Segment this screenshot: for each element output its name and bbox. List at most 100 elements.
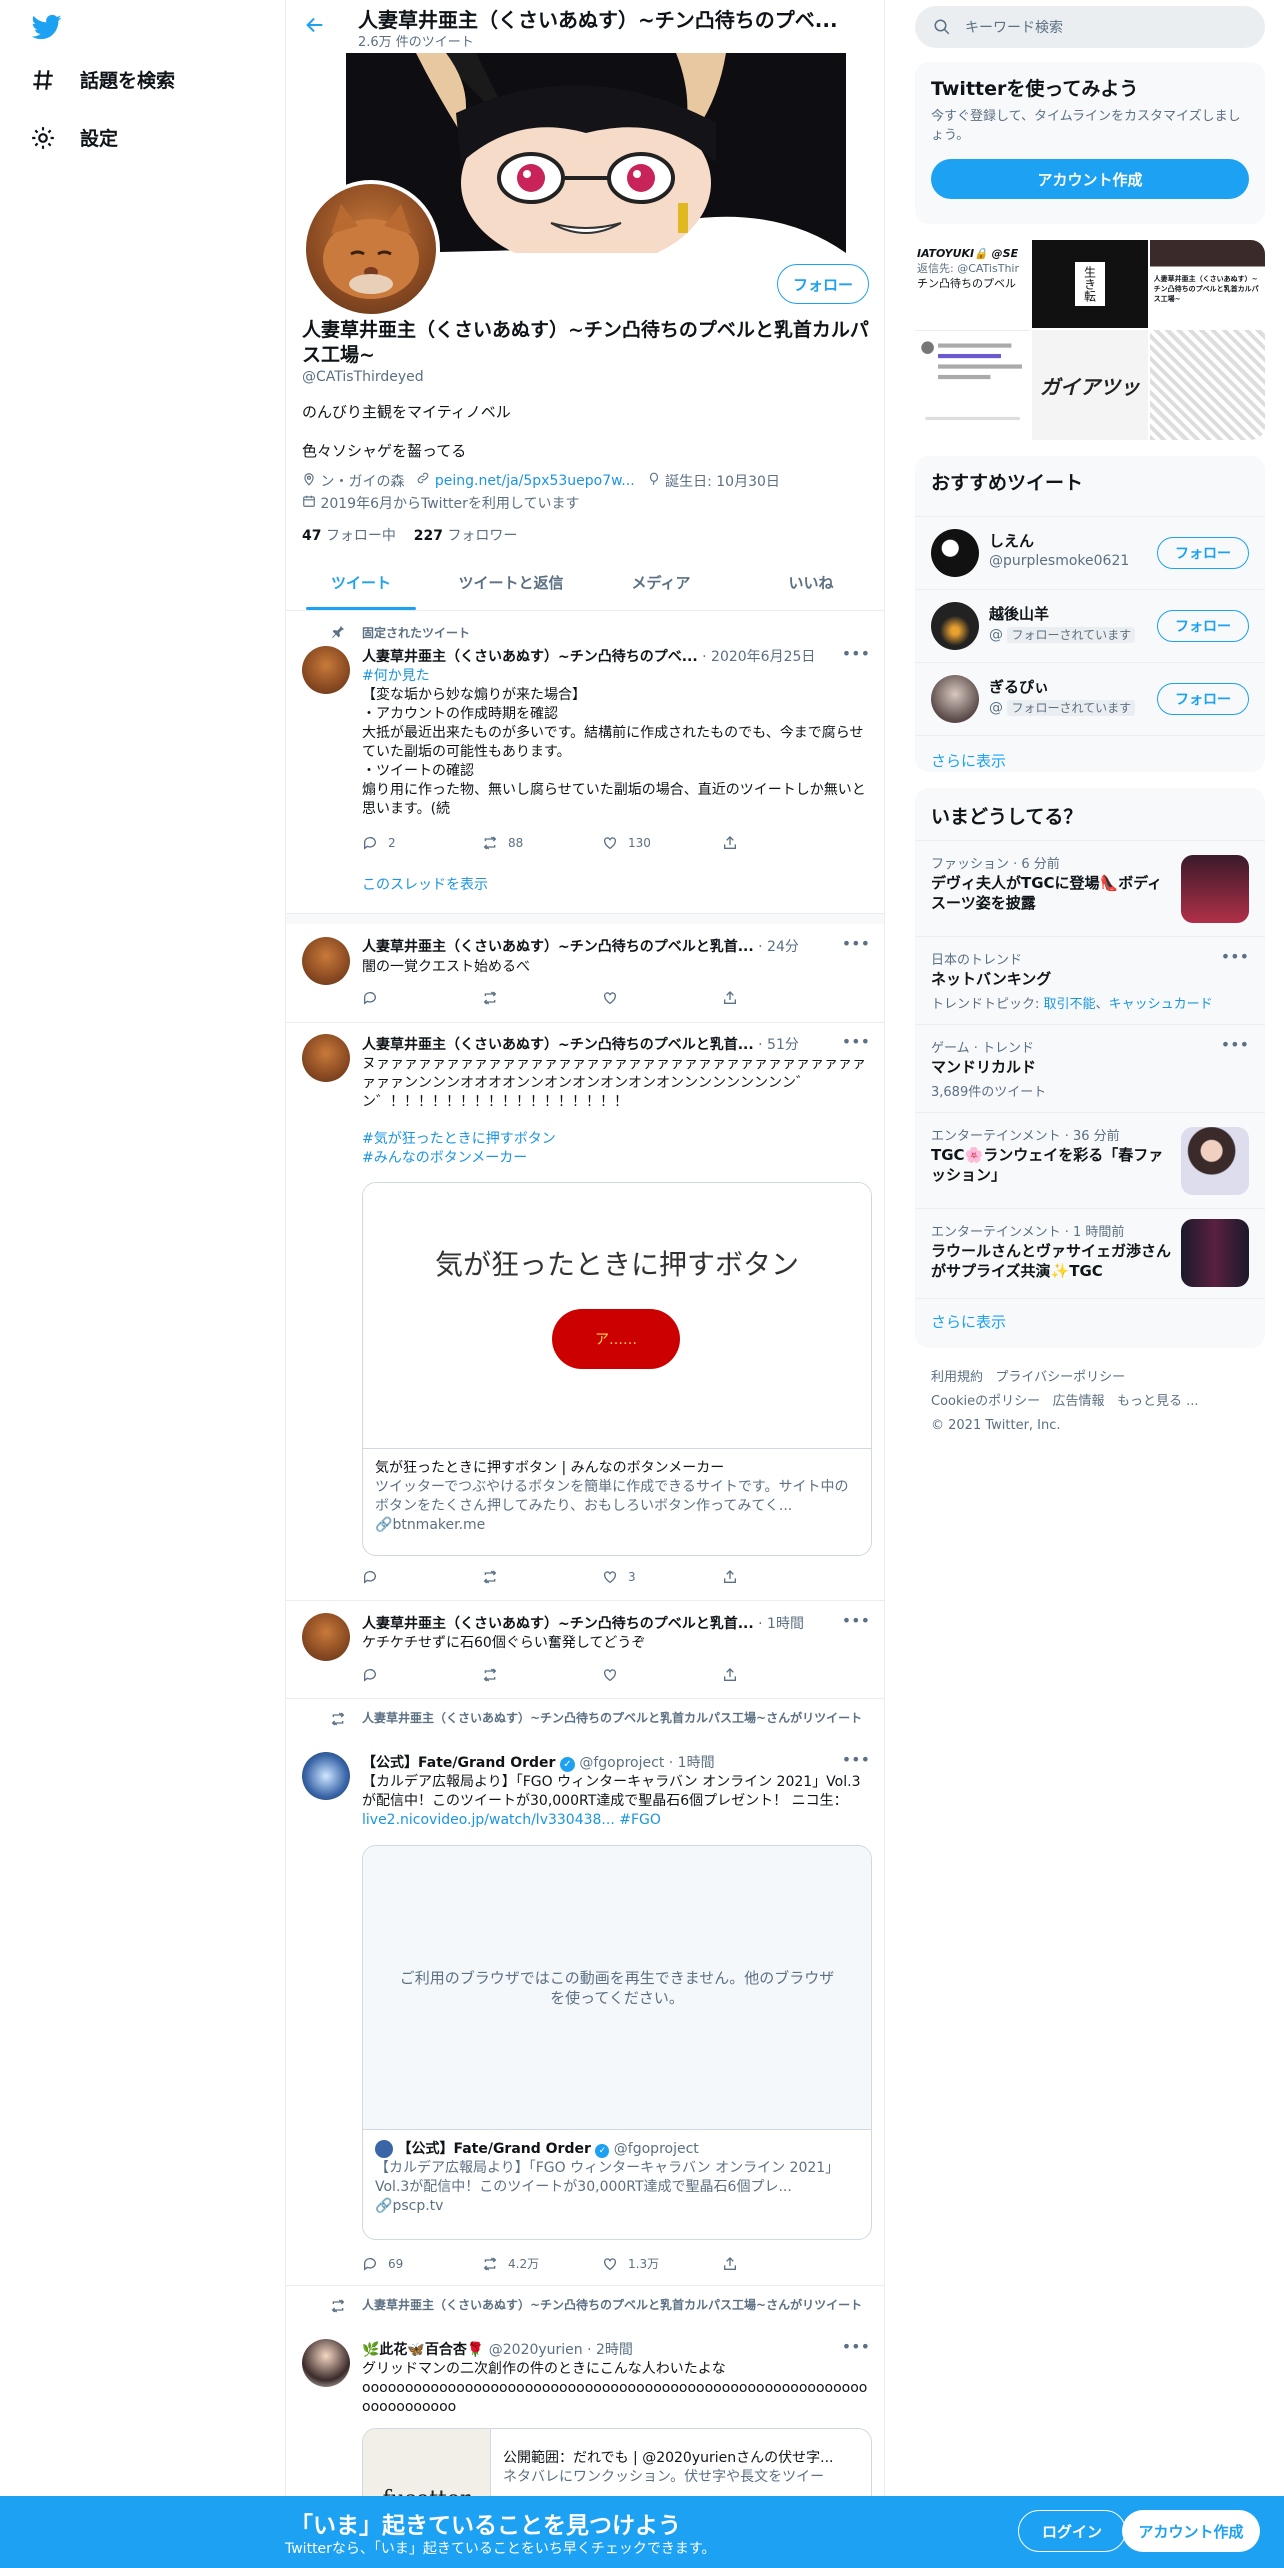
search-input[interactable]: キーワード検索 — [965, 17, 1063, 37]
terms-link[interactable]: 利用規約 — [931, 1370, 983, 1385]
tweet-avatar[interactable] — [302, 937, 350, 985]
media-grid[interactable]: IATOYUKI🔒 @SE 返信先: @CATisThir チン凸待ちのプベル … — [915, 240, 1265, 440]
tweet-avatar[interactable] — [302, 2339, 350, 2387]
trend-item[interactable]: ファッション · 6 分前 デヴィ夫人がTGCに登場👠ボディスーツ姿を披露 — [915, 840, 1265, 936]
tab-tweets[interactable]: ツイート — [286, 555, 436, 610]
tab-likes[interactable]: いいね — [736, 555, 884, 610]
link-card[interactable]: 気が狂ったときに押すボタン ア…… 気が狂ったときに押すボタン | みんなのボタ… — [362, 1182, 872, 1556]
trend-item[interactable]: エンターテインメント · 1 時間前 ラウールさんとヴァサイェガ渉さんがサプライ… — [915, 1208, 1265, 1298]
reply-button[interactable] — [362, 1569, 432, 1585]
more-icon[interactable]: ••• — [842, 1032, 870, 1051]
trend-topic-link[interactable]: キャッシュカード — [1109, 997, 1213, 1012]
retweet-button[interactable]: 4.2万 — [482, 2255, 552, 2272]
tab-tweets-replies[interactable]: ツイートと返信 — [436, 555, 586, 610]
more-icon[interactable]: ••• — [842, 644, 870, 663]
tweet-avatar[interactable] — [302, 1034, 350, 1082]
reply-button[interactable] — [362, 1667, 432, 1683]
tweet-handle[interactable]: @2020yurien — [489, 2342, 583, 2358]
more-icon[interactable]: ••• — [842, 934, 870, 953]
user-name[interactable]: しえん — [989, 530, 1034, 551]
trend-item[interactable]: 日本のトレンド ••• ネットバンキング トレンドトピック: 取引不能、キャッシ… — [915, 936, 1265, 1024]
user-avatar[interactable] — [931, 675, 979, 723]
cookie-link[interactable]: Cookieのポリシー — [931, 1394, 1040, 1409]
more-icon[interactable]: ••• — [842, 2337, 870, 2356]
nav-explore[interactable]: 話題を検索 — [30, 66, 175, 93]
follow-button[interactable]: フォロー — [1157, 683, 1249, 715]
more-icon[interactable]: ••• — [842, 1750, 870, 1769]
media-thumb[interactable]: ガイアツッ — [1032, 330, 1148, 440]
share-button[interactable] — [722, 1667, 792, 1683]
trend-item[interactable]: エンターテインメント · 36 分前 TGC🌸ランウェイを彩る「春ファッション」 — [915, 1112, 1265, 1208]
tweet-time[interactable]: · 24分 — [758, 939, 799, 955]
tweet-handle[interactable]: @fgoproject — [579, 1755, 664, 1771]
recommended-user[interactable]: しえん @purplesmoke0621 フォロー — [915, 516, 1265, 589]
tweet-retweeted[interactable]: 人妻草井亜主（くさいあぬす）~チン凸待ちのプベルと乳首カルパス工場~さんがリツイ… — [286, 1699, 884, 2286]
tweet-author[interactable]: 人妻草井亜主（くさいあぬす）~チン凸待ちのプベルと乳首... — [362, 1616, 754, 1632]
follow-button[interactable]: フォロー — [1157, 537, 1249, 569]
user-avatar[interactable] — [931, 602, 979, 650]
tweet-avatar[interactable] — [302, 646, 350, 694]
followers-link[interactable]: 227 フォロワー — [414, 528, 518, 544]
trend-item[interactable]: ゲーム · トレンド ••• マンドリカルド 3,689件のツイート — [915, 1024, 1265, 1112]
retweet-button[interactable] — [482, 1569, 552, 1585]
tweet-avatar[interactable] — [302, 1752, 350, 1800]
retweet-button[interactable] — [482, 990, 552, 1006]
tweet-pinned[interactable]: 固定されたツイート 人妻草井亜主（くさいあぬす）~チン凸待ちのプベ... · 2… — [286, 612, 884, 914]
reply-button[interactable]: 69 — [362, 2255, 432, 2272]
tweet-time[interactable]: · 1時間 — [758, 1616, 804, 1632]
share-button[interactable] — [722, 990, 792, 1006]
reply-button[interactable]: 2 — [362, 835, 432, 851]
retweet-context[interactable]: 人妻草井亜主（くさいあぬす）~チン凸待ちのプベルと乳首カルパス工場~さんがリツイ… — [362, 2297, 872, 2314]
tweet-time[interactable]: · 2時間 — [587, 2342, 633, 2358]
follow-button[interactable]: フォロー — [777, 264, 869, 304]
reply-button[interactable] — [362, 990, 432, 1006]
hashtag-link[interactable]: #何か見た — [362, 667, 872, 686]
tweet-author[interactable]: 人妻草井亜主（くさいあぬす）~チン凸待ちのプベルと乳首... — [362, 1037, 754, 1053]
tweet[interactable]: 人妻草井亜主（くさいあぬす）~チン凸待ちのプベルと乳首... · 51分 •••… — [286, 1023, 884, 1601]
nav-settings[interactable]: 設定 — [30, 124, 118, 151]
hashtag-link[interactable]: #みんなのボタンメーカー — [362, 1149, 872, 1168]
share-button[interactable] — [722, 2255, 792, 2272]
tweet-link[interactable]: live2.nicovideo.jp/watch/lv330438... — [362, 1812, 615, 1828]
login-button[interactable]: ログイン — [1018, 2510, 1126, 2552]
user-name[interactable]: ぎるぴぃ — [989, 676, 1049, 697]
like-button[interactable] — [602, 1667, 672, 1683]
retweet-button[interactable] — [482, 1667, 552, 1683]
following-link[interactable]: 47 フォロー中 — [302, 528, 396, 544]
signup-button[interactable]: アカウント作成 — [1122, 2510, 1260, 2552]
show-more-link[interactable]: さらに表示 — [931, 1311, 1006, 1332]
hashtag-link[interactable]: #FGO — [619, 1812, 661, 1828]
privacy-link[interactable]: プライバシーポリシー — [995, 1370, 1125, 1385]
follow-button[interactable]: フォロー — [1157, 610, 1249, 642]
user-name[interactable]: 越後山羊 — [989, 603, 1049, 624]
share-button[interactable] — [722, 1569, 792, 1585]
like-button[interactable]: 1.3万 — [602, 2255, 672, 2272]
tweet-date[interactable]: · 2020年6月25日 — [702, 649, 815, 665]
tab-media[interactable]: メディア — [586, 555, 736, 610]
tweet-time[interactable]: · 51分 — [758, 1037, 799, 1053]
share-button[interactable] — [722, 835, 792, 851]
more-icon[interactable]: ••• — [1221, 947, 1249, 966]
tweet[interactable]: 人妻草井亜主（くさいあぬす）~チン凸待ちのプベルと乳首... · 24分 •••… — [286, 924, 884, 1023]
show-thread-link[interactable]: このスレッドを表示 — [362, 876, 872, 895]
tweet-time[interactable]: · 1時間 — [669, 1755, 715, 1771]
media-thumb[interactable]: 生き転 — [1032, 240, 1148, 329]
media-thumb[interactable]: 人妻草井亜主（くさいあぬす）~チン凸待ちのプベルと乳首カルパス工場~ — [1149, 240, 1265, 329]
retweet-context[interactable]: 人妻草井亜主（くさいあぬす）~チン凸待ちのプベルと乳首カルパス工場~さんがリツイ… — [362, 1710, 872, 1727]
tweet-author[interactable]: 🌿此花🦋百合杏🌹 — [362, 2342, 484, 2358]
profile-avatar[interactable] — [302, 180, 440, 318]
trend-topic-link[interactable]: 取引不能 — [1044, 997, 1096, 1012]
more-link[interactable]: もっと見る ... — [1117, 1394, 1199, 1409]
ads-link[interactable]: 広告情報 — [1053, 1394, 1105, 1409]
search-box[interactable]: キーワード検索 — [915, 6, 1265, 48]
tweet-avatar[interactable] — [302, 1613, 350, 1661]
media-thumb[interactable] — [915, 330, 1031, 440]
back-arrow-icon[interactable] — [304, 14, 326, 36]
show-more-row[interactable]: さらに表示 — [915, 1298, 1265, 1348]
tweet-author[interactable]: 人妻草井亜主（くさいあぬす）~チン凸待ちのプベ... — [362, 649, 698, 665]
recommended-user[interactable]: ぎるぴぃ @ フォローされています フォロー — [915, 662, 1265, 735]
tweet-author[interactable]: 人妻草井亜主（くさいあぬす）~チン凸待ちのプベルと乳首... — [362, 939, 754, 955]
like-button[interactable]: 3 — [602, 1569, 672, 1585]
hashtag-link[interactable]: #気が狂ったときに押すボタン — [362, 1130, 872, 1149]
user-avatar[interactable] — [931, 529, 979, 577]
